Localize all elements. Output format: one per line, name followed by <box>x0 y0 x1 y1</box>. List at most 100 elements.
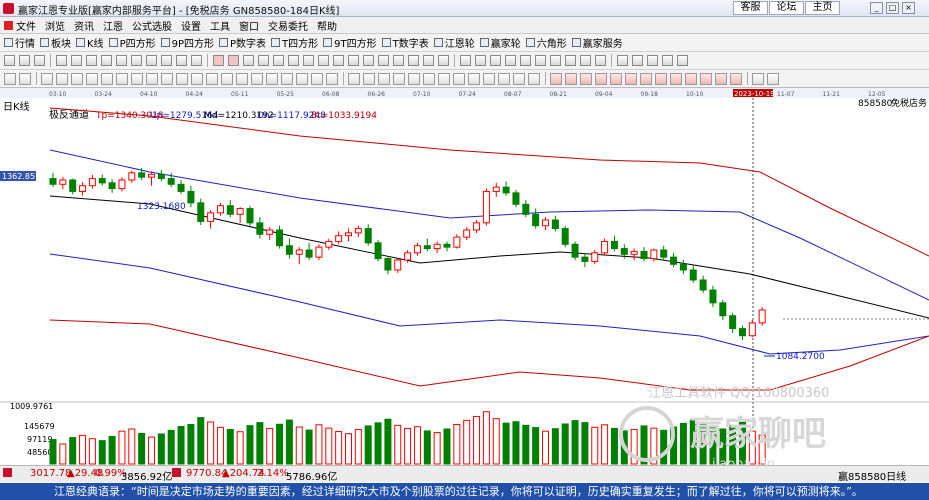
drawing-tool-button-9[interactable] <box>131 55 142 66</box>
tool-hexagon[interactable]: 六角形 <box>525 35 567 50</box>
drawing-tool-button-37[interactable] <box>565 55 576 66</box>
analysis-tool-button-36[interactable] <box>550 72 562 85</box>
tool-t-square[interactable]: T四方形 <box>271 35 318 50</box>
menu-browse[interactable]: 浏览 <box>45 18 65 33</box>
analysis-tool-button-38[interactable] <box>580 72 592 85</box>
tool-t-table[interactable]: T数字表 <box>381 35 429 50</box>
drawing-tool-button-11[interactable] <box>161 55 172 66</box>
menu-settings[interactable]: 设置 <box>181 18 201 33</box>
minimize-button[interactable]: _ <box>870 2 883 14</box>
analysis-tool-button-26[interactable] <box>393 72 405 85</box>
analysis-tool-button-50[interactable] <box>767 72 779 85</box>
analysis-tool-button-40[interactable] <box>610 72 622 85</box>
drawing-tool-button-20[interactable] <box>303 55 314 66</box>
analysis-tool-button-31[interactable] <box>468 72 480 85</box>
analysis-tool-button-11[interactable] <box>161 72 173 85</box>
drawing-tool-button-22[interactable] <box>333 55 344 66</box>
drawing-tool-button-44[interactable] <box>677 55 688 66</box>
analysis-tool-button-13[interactable] <box>191 72 203 85</box>
analysis-tool-button-8[interactable] <box>116 72 128 85</box>
tool-quotes[interactable]: 行情 <box>4 35 35 50</box>
analysis-tool-button-28[interactable] <box>423 72 435 85</box>
close-button[interactable]: × <box>902 2 915 14</box>
analysis-tool-button-45[interactable] <box>685 72 697 85</box>
drawing-tool-button-17[interactable] <box>258 55 269 66</box>
analysis-tool-button-22[interactable] <box>326 72 338 85</box>
drawing-tool-button-4[interactable] <box>56 55 67 66</box>
analysis-tool-button-10[interactable] <box>146 72 158 85</box>
kline-chart[interactable]: 03-10 03-24 04-10 04-24 05-11 05-25 06-08 06-26… <box>0 88 929 472</box>
drawing-tool-button-40[interactable] <box>617 55 628 66</box>
analysis-tool-button-2[interactable] <box>19 72 31 85</box>
menu-info[interactable]: 资讯 <box>74 18 94 33</box>
menu-window[interactable]: 窗口 <box>239 18 259 33</box>
tool-kline[interactable]: K线 <box>76 35 104 50</box>
analysis-tool-button-19[interactable] <box>281 72 293 85</box>
drawing-tool-button-25[interactable] <box>378 55 389 66</box>
drawing-tool-button-2[interactable] <box>19 55 30 66</box>
drawing-tool-button-39[interactable] <box>595 55 606 66</box>
analysis-tool-button-17[interactable] <box>251 72 263 85</box>
tool-p-table[interactable]: P数字表 <box>219 35 266 50</box>
drawing-tool-button-41[interactable] <box>632 55 643 66</box>
link-customer-service[interactable]: 客服 <box>733 1 768 15</box>
link-forum[interactable]: 论坛 <box>769 1 804 15</box>
analysis-tool-button-35[interactable] <box>528 72 540 85</box>
analysis-tool-button-3[interactable] <box>41 72 53 85</box>
analysis-tool-button-1[interactable] <box>4 72 16 85</box>
drawing-tool-button-30[interactable] <box>460 55 471 66</box>
analysis-tool-button-12[interactable] <box>176 72 188 85</box>
analysis-tool-button-6[interactable] <box>86 72 98 85</box>
analysis-tool-button-30[interactable] <box>453 72 465 85</box>
drawing-tool-button-42[interactable] <box>647 55 658 66</box>
analysis-tool-button-7[interactable] <box>101 72 113 85</box>
chart-svg[interactable]: 03-10 03-24 04-10 04-24 05-11 05-25 06-08 06-26… <box>0 88 929 472</box>
drawing-tool-button-18[interactable] <box>273 55 284 66</box>
analysis-tool-button-23[interactable] <box>348 72 360 85</box>
tool-9t-square[interactable]: 9T四方形 <box>323 35 377 50</box>
analysis-tool-button-27[interactable] <box>408 72 420 85</box>
analysis-tool-button-47[interactable] <box>715 72 727 85</box>
menu-tools[interactable]: 工具 <box>210 18 230 33</box>
tool-gann-wheel[interactable]: 江恩轮 <box>433 35 475 50</box>
analysis-tool-button-18[interactable] <box>266 72 278 85</box>
analysis-tool-button-16[interactable] <box>236 72 248 85</box>
drawing-tool-button-23[interactable] <box>348 55 359 66</box>
analysis-tool-button-42[interactable] <box>640 72 652 85</box>
link-home[interactable]: 主页 <box>805 1 840 15</box>
tool-winner-service[interactable]: 赢家服务 <box>571 35 623 50</box>
analysis-tool-button-14[interactable] <box>206 72 218 85</box>
analysis-tool-button-25[interactable] <box>378 72 390 85</box>
drawing-tool-button-43[interactable] <box>662 55 673 66</box>
tool-p-square[interactable]: P四方形 <box>108 35 156 50</box>
drawing-tool-button-1[interactable] <box>4 55 15 66</box>
drawing-tool-button-29[interactable] <box>438 55 449 66</box>
analysis-tool-button-32[interactable] <box>483 72 495 85</box>
analysis-tool-button-5[interactable] <box>71 72 83 85</box>
drawing-tool-button-27[interactable] <box>408 55 419 66</box>
drawing-tool-button-8[interactable] <box>116 55 127 66</box>
analysis-tool-button-21[interactable] <box>311 72 323 85</box>
analysis-tool-button-46[interactable] <box>700 72 712 85</box>
menu-file[interactable]: 文件 <box>16 18 36 33</box>
analysis-tool-button-43[interactable] <box>655 72 667 85</box>
drawing-tool-button-6[interactable] <box>86 55 97 66</box>
analysis-tool-button-15[interactable] <box>221 72 233 85</box>
drawing-tool-button-15[interactable] <box>228 55 239 66</box>
analysis-tool-button-48[interactable] <box>730 72 742 85</box>
tool-9p-square[interactable]: 9P四方形 <box>160 35 214 50</box>
drawing-tool-button-19[interactable] <box>288 55 299 66</box>
drawing-tool-button-32[interactable] <box>490 55 501 66</box>
analysis-tool-button-24[interactable] <box>363 72 375 85</box>
drawing-tool-button-31[interactable] <box>475 55 486 66</box>
analysis-tool-button-37[interactable] <box>565 72 577 85</box>
drawing-tool-button-26[interactable] <box>393 55 404 66</box>
analysis-tool-button-49[interactable] <box>752 72 764 85</box>
drawing-tool-button-10[interactable] <box>146 55 157 66</box>
analysis-tool-button-20[interactable] <box>296 72 308 85</box>
analysis-tool-button-4[interactable] <box>56 72 68 85</box>
drawing-tool-button-28[interactable] <box>423 55 434 66</box>
analysis-tool-button-33[interactable] <box>498 72 510 85</box>
drawing-tool-button-35[interactable] <box>535 55 546 66</box>
tool-sectors[interactable]: 板块 <box>40 35 71 50</box>
